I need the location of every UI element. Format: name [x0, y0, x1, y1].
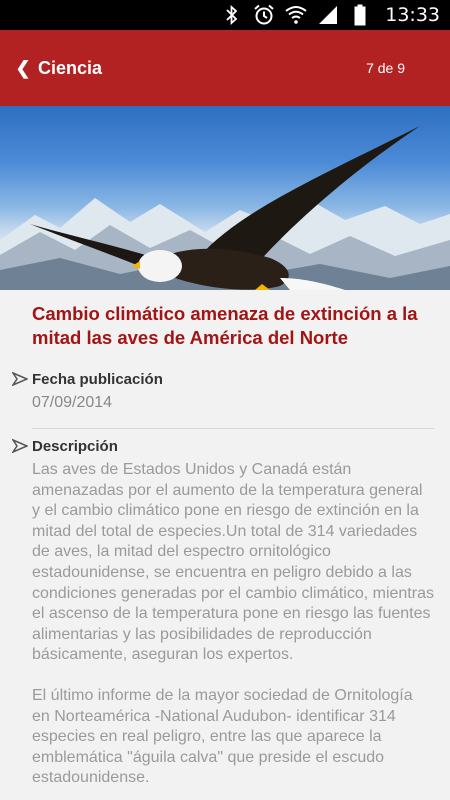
description-paragraph: Las aves de Estados Unidos y Canadá está… — [32, 461, 434, 664]
divider — [32, 428, 434, 429]
date-value: 07/09/2014 — [32, 394, 113, 411]
wifi-icon — [285, 4, 307, 26]
signal-icon — [317, 4, 339, 26]
article-headline: Cambio climático amenaza de extinción a … — [32, 303, 418, 348]
article-image — [0, 106, 450, 290]
section-title[interactable]: Ciencia — [38, 58, 102, 79]
publication-date-section: Fecha publicación 07/09/2014 — [12, 370, 434, 414]
chevron-left-icon[interactable]: ❮ — [12, 53, 34, 83]
send-arrow-icon — [12, 372, 28, 386]
date-label: Fecha publicación — [32, 371, 163, 388]
send-arrow-icon — [12, 439, 28, 453]
eagle-image — [30, 126, 420, 290]
description-section: Descripción Las aves de Estados Unidos y… — [12, 437, 434, 789]
alarm-icon — [253, 4, 275, 26]
clock: 13:33 — [385, 4, 440, 26]
description-paragraph: El último informe de la mayor sociedad d… — [32, 686, 413, 787]
page-indicator: 7 de 9 — [366, 60, 405, 76]
description-label: Descripción — [32, 438, 118, 455]
description-text: Las aves de Estados Unidos y Canadá está… — [32, 460, 434, 789]
battery-icon — [349, 4, 371, 26]
bluetooth-icon — [221, 4, 243, 26]
status-bar: 13:33 — [0, 0, 450, 30]
article-content: Cambio climático amenaza de extinción a … — [0, 290, 450, 789]
app-bar: ❮ Ciencia 7 de 9 — [0, 30, 450, 106]
